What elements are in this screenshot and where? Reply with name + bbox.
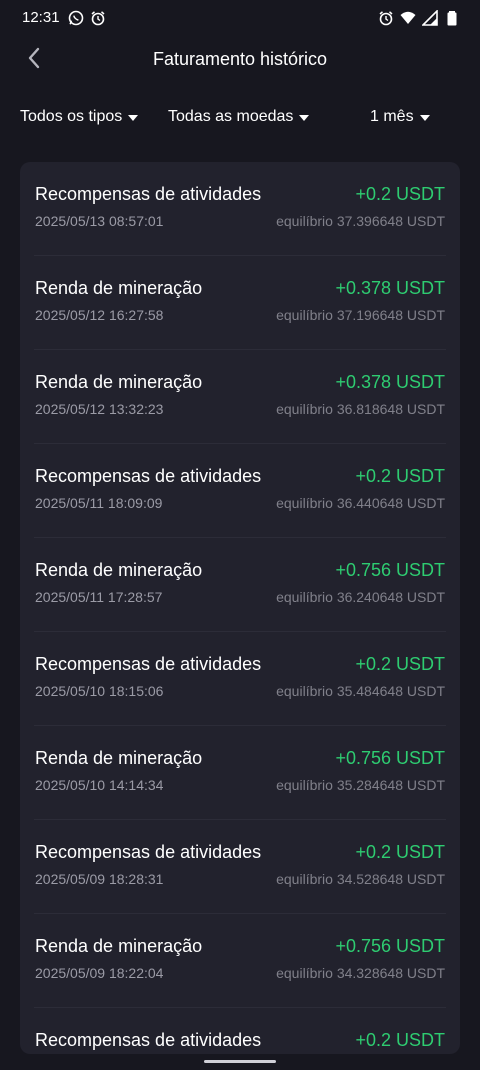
transaction-row[interactable]: Recompensas de atividades +0.2 USDT 2025… [34,162,446,256]
transaction-date: 2025/05/12 13:32:23 [35,401,164,417]
transaction-title: Renda de mineração [35,372,203,392]
transaction-row[interactable]: Renda de mineração +0.378 USDT 2025/05/1… [34,256,446,350]
transaction-title: Renda de mineração [35,936,203,956]
transaction-balance: equilíbrio 36.818648 USDT [276,401,445,417]
transaction-amount: +0.756 USDT [335,748,445,768]
transaction-date: 2025/05/12 16:27:58 [35,307,164,323]
signal-icon [422,10,438,26]
transaction-balance: equilíbrio 36.240648 USDT [276,589,445,605]
transaction-balance: equilíbrio 34.328648 USDT [276,965,445,981]
transaction-balance: equilíbrio 34.528648 USDT [276,871,445,887]
transaction-row[interactable]: Recompensas de atividades +0.2 USDT [34,1008,446,1054]
transaction-date: 2025/05/10 18:15:06 [35,683,164,699]
transaction-amount: +0.2 USDT [355,654,445,674]
transaction-row[interactable]: Renda de mineração +0.756 USDT 2025/05/1… [34,726,446,820]
transaction-balance: equilíbrio 37.196648 USDT [276,307,445,323]
type-filter-label: Todos os tipos [20,108,123,125]
transaction-balance: equilíbrio 37.396648 USDT [276,213,445,229]
home-indicator[interactable] [204,1060,276,1063]
transaction-row[interactable]: Renda de mineração +0.756 USDT 2025/05/0… [34,914,446,1008]
transaction-title: Recompensas de atividades [35,654,262,674]
transaction-amount: +0.2 USDT [355,184,445,204]
caret-down-icon [419,115,430,121]
transaction-amount: +0.756 USDT [335,936,445,956]
transaction-date: 2025/05/09 18:22:04 [35,965,164,981]
transaction-row[interactable]: Recompensas de atividades +0.2 USDT 2025… [34,820,446,914]
transaction-title: Recompensas de atividades [35,1030,262,1050]
transaction-title: Recompensas de atividades [35,842,262,862]
currency-filter-label: Todas as moedas [168,108,294,125]
transaction-amount: +0.2 USDT [355,842,445,862]
transaction-row[interactable]: Renda de mineração +0.378 USDT 2025/05/1… [34,350,446,444]
transaction-title: Renda de mineração [35,748,203,768]
transaction-row[interactable]: Recompensas de atividades +0.2 USDT 2025… [34,444,446,538]
transaction-balance: equilíbrio 35.484648 USDT [276,683,445,699]
transaction-date: 2025/05/13 08:57:01 [35,213,164,229]
status-left-icons [68,10,106,26]
wifi-icon [400,11,416,24]
status-bar: 12:31 [0,0,480,36]
period-filter-label: 1 mês [370,108,414,125]
transaction-row[interactable]: Recompensas de atividades +0.2 USDT 2025… [34,632,446,726]
alarm-icon [91,11,105,26]
period-filter-dropdown[interactable]: 1 mês [370,108,430,126]
filter-bar: Todos os tipos Todas as moedas 1 mês [0,100,480,138]
transaction-row[interactable]: Renda de mineração +0.756 USDT 2025/05/1… [34,538,446,632]
transaction-title: Recompensas de atividades [35,184,262,204]
transaction-amount: +0.378 USDT [335,372,445,392]
transaction-amount: +0.378 USDT [335,278,445,298]
transactions-list[interactable]: Recompensas de atividades +0.2 USDT 2025… [20,162,460,1054]
battery-icon [447,11,457,26]
transaction-amount: +0.2 USDT [355,1030,445,1050]
whatsapp-icon [68,10,84,26]
type-filter-dropdown[interactable]: Todos os tipos [20,108,139,126]
currency-filter-dropdown[interactable]: Todas as moedas [168,108,310,126]
transaction-date: 2025/05/10 14:14:34 [35,777,164,793]
status-right-icons [378,10,460,26]
transaction-date: 2025/05/09 18:28:31 [35,871,164,887]
transaction-amount: +0.2 USDT [355,466,445,486]
alarm-icon [379,11,393,26]
transaction-date: 2025/05/11 18:09:09 [35,495,163,511]
transaction-title: Renda de mineração [35,278,203,298]
transaction-amount: +0.756 USDT [335,560,445,580]
status-time: 12:31 [22,9,60,26]
transaction-title: Recompensas de atividades [35,466,262,486]
transaction-balance: equilíbrio 36.440648 USDT [276,495,445,511]
transaction-title: Renda de mineração [35,560,203,580]
transaction-date: 2025/05/11 17:28:57 [35,589,163,605]
transaction-balance: equilíbrio 35.284648 USDT [276,777,445,793]
caret-down-icon [299,115,310,121]
caret-down-icon [128,115,139,121]
page-title: Faturamento histórico [152,49,328,69]
app-header: Faturamento histórico [0,36,480,84]
